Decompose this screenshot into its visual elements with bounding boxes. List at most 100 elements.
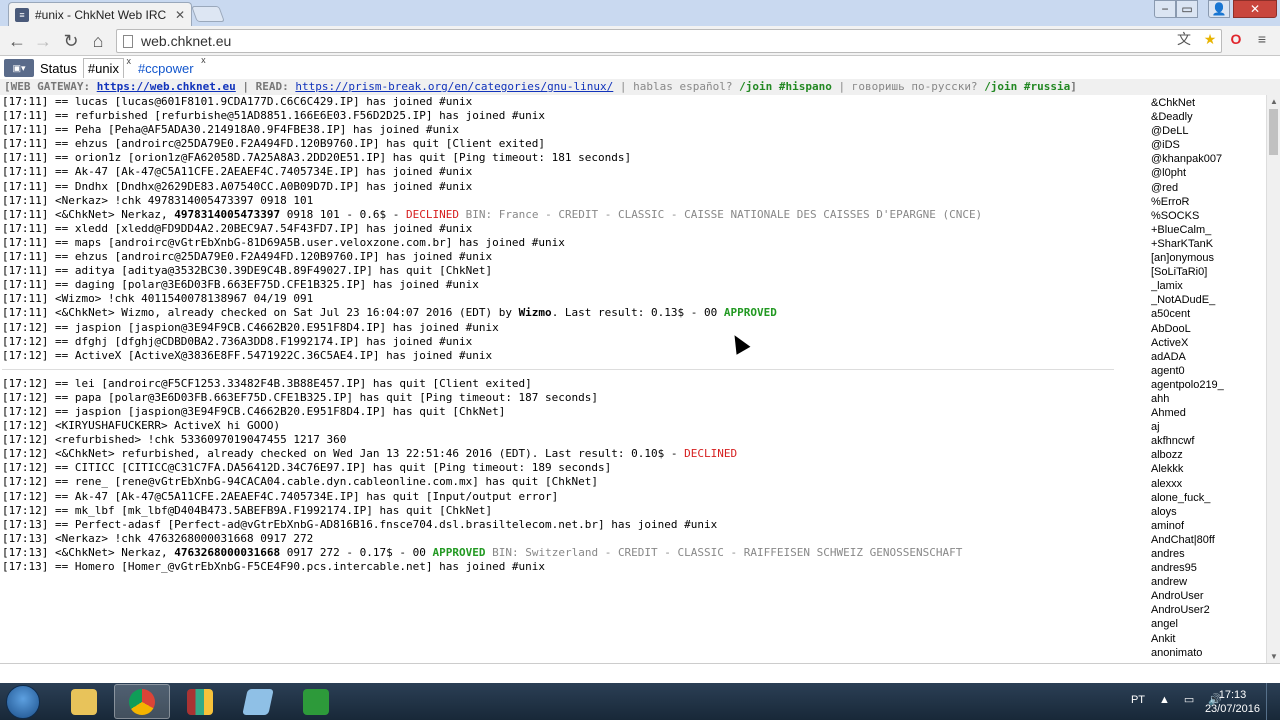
tab-close-icon[interactable]: x (126, 56, 131, 66)
nick-item[interactable]: agentpolo219_ (1151, 378, 1266, 392)
taskbar-chrome[interactable] (114, 684, 170, 719)
taskbar-explorer[interactable] (56, 684, 112, 719)
tab-close-icon[interactable]: x (201, 55, 206, 65)
nick-item[interactable]: alexxx (1151, 477, 1266, 491)
nick-item[interactable]: +SharKTanK (1151, 237, 1266, 251)
taskbar-notepad[interactable] (230, 684, 286, 719)
nicklist-scrollbar[interactable]: ▲ ▼ (1266, 95, 1280, 663)
tray-expand-icon[interactable]: ▲ (1159, 694, 1170, 706)
nick-item[interactable]: Ankit (1151, 632, 1266, 646)
nick-item[interactable]: %SOCKS (1151, 209, 1266, 223)
unread-separator (0, 363, 1148, 377)
nick-item[interactable]: &Deadly (1151, 110, 1266, 124)
window-close-button[interactable]: ✕ (1233, 0, 1277, 18)
nick-item[interactable]: andres95 (1151, 561, 1266, 575)
chat-line: [17:12] == CITICC [CITICC@C31C7FA.DA5641… (2, 461, 612, 475)
nick-item[interactable]: %ErroR (1151, 195, 1266, 209)
chat-line: [17:11] == refurbished [refurbishe@51AD8… (2, 109, 546, 123)
chat-line: [17:11] == ehzus [androirc@25DA79E0.F2A4… (2, 137, 546, 151)
chat-line: [17:11] == Dndhx [Dndhx@2629DE83.A07540C… (2, 179, 473, 193)
nick-item[interactable]: andres (1151, 547, 1266, 561)
chat-line: [17:13] == Homero [Homer_@vGtrEbXnbG-F5C… (2, 560, 546, 573)
nick-item[interactable]: AndroUser2 (1151, 603, 1266, 617)
irc-client-logo-icon[interactable]: ▣▾ (4, 59, 34, 77)
nick-item[interactable]: AndroUser (1151, 589, 1266, 603)
new-tab-button[interactable] (191, 6, 225, 22)
chat-line: [17:12] == papa [polar@3E6D03FB.663EF75D… (2, 390, 599, 404)
menu-icon[interactable]: ≡ (1252, 29, 1272, 49)
nick-item[interactable]: a50cent (1151, 307, 1266, 321)
nick-item[interactable]: andrew (1151, 575, 1266, 589)
nick-item[interactable]: AndChat|80ff (1151, 533, 1266, 547)
nick-item[interactable]: @khanpak007 (1151, 152, 1266, 166)
nick-item[interactable]: anonimato (1151, 646, 1266, 660)
browser-tab[interactable]: ≡ #unix - ChkNet Web IRC ✕ (8, 2, 192, 26)
nick-item[interactable]: aj (1151, 420, 1266, 434)
chat-line: [17:13] <Nerkaz> !chk 4763268000031668 0… (2, 531, 314, 545)
scroll-down-arrow-icon[interactable]: ▼ (1270, 652, 1278, 661)
tab-status[interactable]: Status (36, 58, 81, 78)
chat-line: [17:13] <&ChkNet> Nerkaz, 47632680000316… (2, 545, 963, 559)
opera-extension-icon[interactable]: O (1226, 29, 1246, 49)
chat-line: [17:11] <Wizmo> !chk 4011540078138967 04… (2, 292, 314, 306)
tab-unix[interactable]: #unix x (82, 56, 131, 78)
taskbar-winrar[interactable] (172, 684, 228, 719)
chat-line: [17:11] == Ak-47 [Ak-47@C5A11CFE.2AEAEF4… (2, 165, 473, 179)
show-desktop-button[interactable] (1266, 683, 1280, 720)
back-arrow-icon[interactable]: ← (6, 30, 28, 52)
nick-item[interactable]: aminof (1151, 519, 1266, 533)
language-indicator[interactable]: PT (1131, 694, 1145, 706)
chat-line: [17:12] <KIRYUSHAFUCKERR> ActiveX hi GOO… (2, 419, 281, 433)
taskbar-clock[interactable]: 17:13 23/07/2016 (1205, 688, 1260, 716)
message-input-bar (0, 663, 1280, 683)
nick-item[interactable]: agent0 (1151, 364, 1266, 378)
nick-item[interactable]: aloys (1151, 505, 1266, 519)
chat-line: [17:12] == lei [androirc@F5CF1253.33482F… (2, 376, 532, 390)
nick-item[interactable]: &ChkNet (1151, 96, 1266, 110)
nick-item[interactable]: adADA (1151, 350, 1266, 364)
nick-item[interactable]: Ahmed (1151, 406, 1266, 420)
nick-item[interactable]: ahh (1151, 392, 1266, 406)
nick-item[interactable]: _lamix (1151, 279, 1266, 293)
topic-link-gateway[interactable]: https://web.chknet.eu (97, 80, 236, 93)
home-icon[interactable]: ⌂ (87, 30, 109, 52)
nick-item[interactable]: _NotADudE_ (1151, 293, 1266, 307)
chat-line: [17:11] == lucas [lucas@601F8101.9CDA177… (2, 95, 473, 108)
nick-item[interactable]: +BlueCalm_ (1151, 223, 1266, 237)
forward-arrow-icon[interactable]: → (32, 30, 54, 52)
address-bar[interactable]: web.chknet.eu (116, 29, 1222, 53)
chat-line: [17:11] <&ChkNet> Nerkaz, 49783140054733… (2, 207, 983, 221)
tab-close-icon[interactable]: ✕ (175, 8, 185, 22)
nick-item[interactable]: @red (1151, 181, 1266, 195)
chat-line: [17:12] == dfghj [dfghj@CDBD0BA2.736A3DD… (2, 334, 473, 348)
scroll-up-arrow-icon[interactable]: ▲ (1270, 97, 1278, 106)
nick-item[interactable]: @iDS (1151, 138, 1266, 152)
nick-item[interactable]: AbDooL (1151, 322, 1266, 336)
chat-line: [17:12] <refurbished> !chk 5336097019047… (2, 433, 347, 447)
nick-item[interactable]: albozz (1151, 448, 1266, 462)
nick-item[interactable]: @l0pht (1151, 166, 1266, 180)
bookmark-star-icon[interactable]: ★ (1200, 29, 1220, 49)
tab-ccpower[interactable]: #ccpower x (134, 55, 206, 78)
nick-item[interactable]: Alekkk (1151, 462, 1266, 476)
message-input[interactable] (4, 665, 1274, 682)
nick-item[interactable]: @DeLL (1151, 124, 1266, 138)
nick-item[interactable]: ActiveX (1151, 336, 1266, 350)
taskbar-camtasia[interactable] (288, 684, 344, 719)
start-button[interactable] (6, 685, 40, 719)
camtasia-icon (303, 688, 329, 715)
nick-item[interactable]: akfhncwf (1151, 434, 1266, 448)
nick-item[interactable]: alone_fuck_ (1151, 491, 1266, 505)
user-icon[interactable]: 👤 (1208, 0, 1230, 18)
topic-link-prism-break[interactable]: https://prism-break.org/en/categories/gn… (295, 80, 613, 93)
translate-icon[interactable]: 文 (1174, 29, 1194, 49)
nick-item[interactable]: [SoLiTaRi0] (1151, 265, 1266, 279)
network-icon[interactable]: ▭ (1184, 693, 1194, 706)
chat-line: [17:12] == Ak-47 [Ak-47@C5A11CFE.2AEAEF4… (2, 489, 559, 503)
reload-icon[interactable]: ↻ (60, 30, 82, 52)
scrollbar-thumb[interactable] (1269, 109, 1278, 155)
minimize-button[interactable]: − (1154, 0, 1176, 18)
nick-item[interactable]: [an]onymous (1151, 251, 1266, 265)
maximize-button[interactable]: ▭ (1176, 0, 1198, 18)
nick-item[interactable]: angel (1151, 617, 1266, 631)
